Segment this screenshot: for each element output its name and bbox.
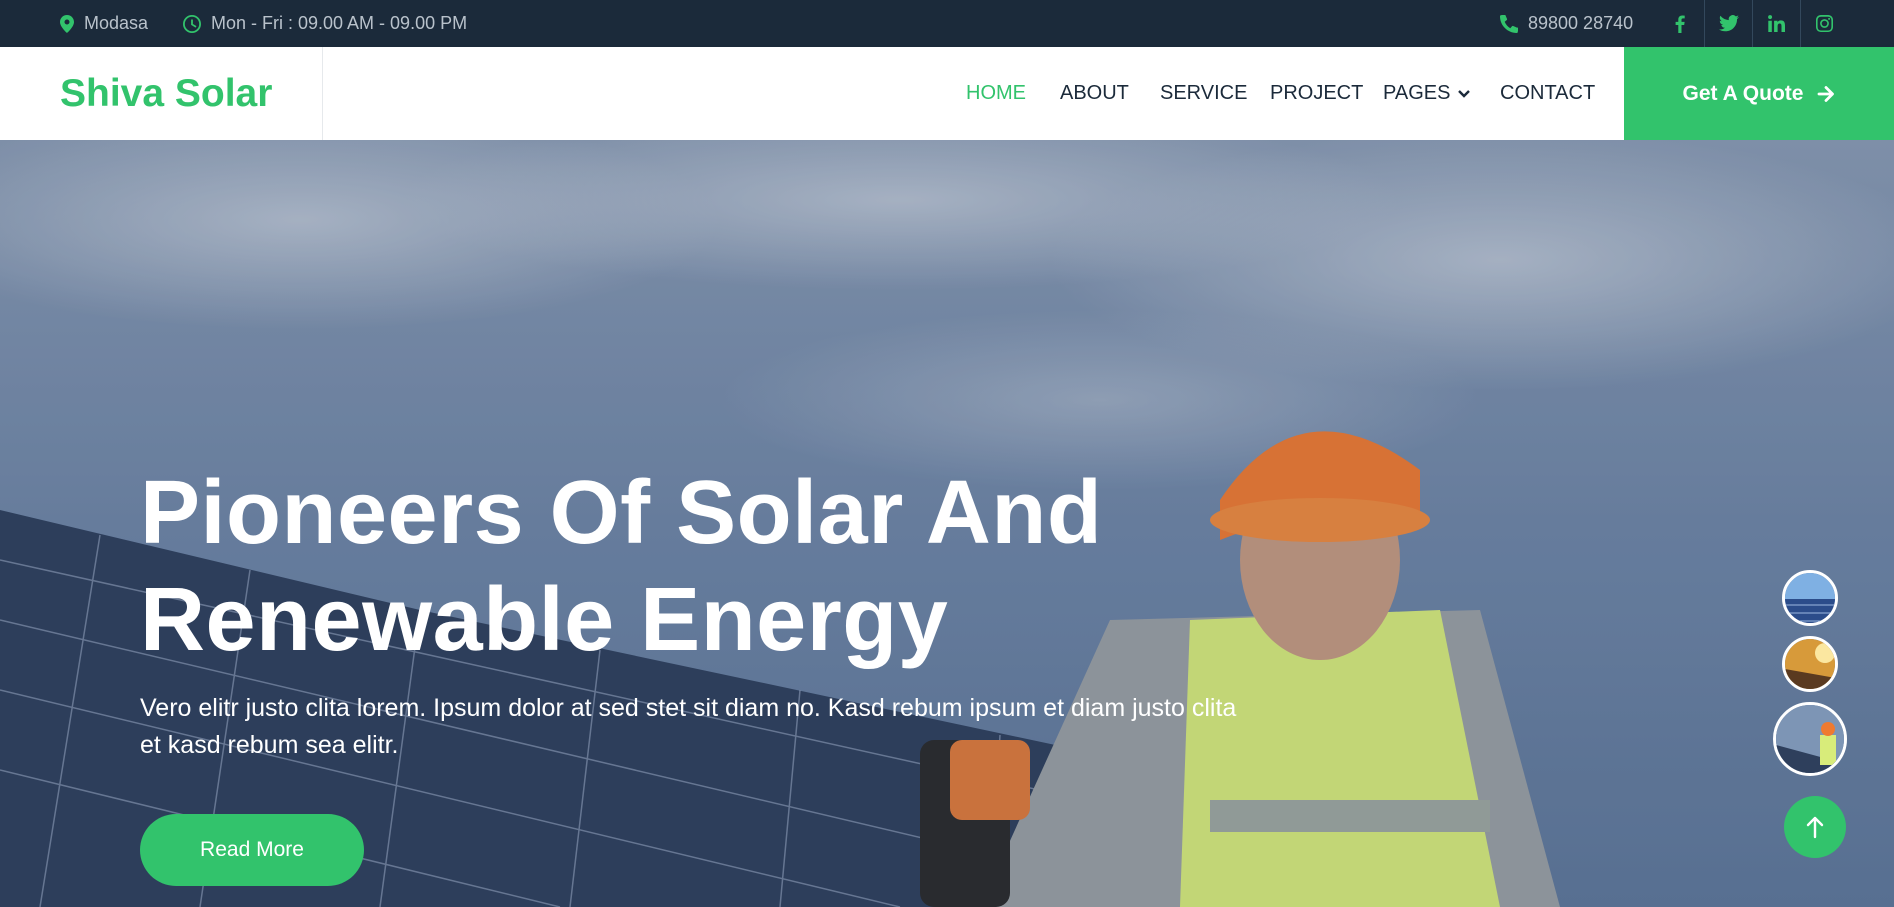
read-more-button[interactable]: Read More (140, 814, 364, 886)
linkedin-link[interactable] (1752, 0, 1800, 47)
location-text: Modasa (84, 13, 149, 33)
phone-info[interactable]: 89800 28740 (1500, 0, 1633, 47)
top-bar: Modasa Mon - Fri : 09.00 AM - 09.00 PM 8… (0, 0, 1894, 47)
nav-menu: HOME ABOUT SERVICE PROJECT PAGES CONTACT (0, 47, 1624, 140)
nav-item-label: HOME (966, 82, 1026, 104)
facebook-icon (1675, 14, 1685, 33)
twitter-icon (1718, 15, 1739, 32)
social-links (1656, 0, 1848, 47)
nav-item-label: PROJECT (1270, 82, 1364, 104)
nav-item-about[interactable]: ABOUT (1060, 82, 1129, 105)
get-quote-button[interactable]: Get A Quote (1624, 47, 1894, 140)
read-more-label: Read More (200, 838, 304, 861)
linkedin-icon (1768, 15, 1785, 32)
hours-info: Mon - Fri : 09.00 AM - 09.00 PM (183, 0, 467, 47)
nav-item-label: PAGES (1383, 82, 1451, 104)
nav-item-service[interactable]: SERVICE (1160, 82, 1247, 105)
location-info: Modasa (60, 0, 148, 47)
facebook-link[interactable] (1656, 0, 1704, 47)
nav-item-label: ABOUT (1060, 82, 1129, 104)
slide-thumbnail-1[interactable] (1782, 570, 1838, 626)
hours-text: Mon - Fri : 09.00 AM - 09.00 PM (211, 13, 468, 33)
worker-panel-thumbnail (1776, 705, 1844, 773)
phone-text: 89800 28740 (1528, 13, 1634, 33)
arrow-up-icon (1806, 816, 1824, 839)
hero-description: Vero elitr justo clita lorem. Ipsum dolo… (140, 694, 1237, 759)
slider-thumbnails (1773, 570, 1847, 776)
clock-icon (183, 14, 201, 33)
hero-title-line-2: Renewable Energy (140, 570, 949, 670)
hero-title-line-1: Pioneers Of Solar And (140, 463, 1103, 563)
chevron-down-icon (1458, 89, 1471, 98)
nav-item-pages[interactable]: PAGES (1383, 82, 1471, 105)
get-quote-label: Get A Quote (1682, 81, 1804, 105)
phone-icon (1500, 14, 1518, 33)
nav-item-label: SERVICE (1160, 82, 1248, 104)
slide-thumbnail-3[interactable] (1773, 702, 1847, 776)
hero-title: Pioneers Of Solar And Renewable Energy (140, 460, 1140, 674)
twitter-link[interactable] (1704, 0, 1752, 47)
slide-thumbnail-2[interactable] (1782, 636, 1838, 692)
sunset-panel-thumbnail (1785, 639, 1835, 689)
instagram-link[interactable] (1800, 0, 1848, 47)
hero-section: Pioneers Of Solar And Renewable Energy V… (0, 140, 1894, 907)
instagram-icon (1816, 15, 1833, 32)
nav-item-label: CONTACT (1500, 82, 1596, 104)
map-pin-icon (60, 14, 74, 33)
back-to-top-button[interactable] (1784, 796, 1846, 858)
nav-item-home[interactable]: HOME (966, 82, 1026, 105)
nav-item-project[interactable]: PROJECT (1270, 82, 1363, 105)
nav-item-contact[interactable]: CONTACT (1500, 82, 1595, 105)
main-navbar: Shiva Solar HOME ABOUT SERVICE PROJECT P… (0, 47, 1894, 140)
arrow-right-icon (1818, 85, 1835, 102)
solar-field-thumbnail (1785, 573, 1835, 623)
